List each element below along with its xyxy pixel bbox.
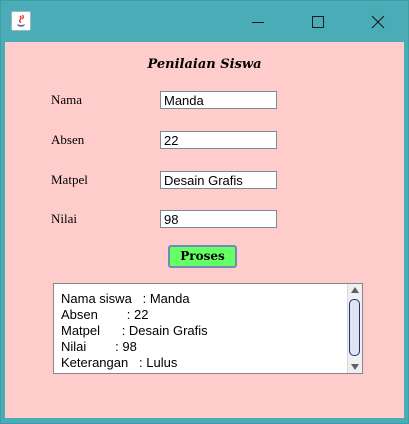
nama-input[interactable]: Manda	[160, 91, 277, 109]
nilai-input[interactable]: 98	[160, 210, 277, 228]
close-button[interactable]	[348, 1, 408, 42]
vertical-scrollbar[interactable]	[347, 284, 362, 373]
form-title: Penilaian Siswa	[147, 57, 262, 72]
matpel-input[interactable]: Desain Grafis	[160, 171, 277, 189]
result-textarea[interactable]: Nama siswa : Manda Absen : 22 Matpel : D…	[53, 283, 363, 374]
scroll-thumb[interactable]	[349, 299, 360, 356]
result-text: Nama siswa : Manda Absen : 22 Matpel : D…	[61, 291, 208, 370]
scroll-up-icon[interactable]	[351, 287, 359, 293]
label-nilai: Nilai	[51, 211, 77, 226]
maximize-icon	[312, 16, 324, 28]
minimize-icon	[252, 22, 264, 23]
label-matpel: Matpel	[51, 172, 88, 187]
scroll-down-icon[interactable]	[351, 364, 359, 370]
java-icon[interactable]	[11, 11, 31, 31]
app-window: Penilaian Siswa Nama Manda Absen 22 Matp…	[0, 0, 409, 424]
minimize-button[interactable]	[228, 1, 288, 42]
proses-button[interactable]: Proses	[168, 245, 237, 268]
absen-input[interactable]: 22	[160, 131, 277, 149]
close-icon	[371, 15, 385, 29]
maximize-button[interactable]	[288, 1, 348, 42]
title-bar[interactable]	[1, 1, 408, 42]
label-absen: Absen	[51, 132, 85, 147]
form-panel: Penilaian Siswa Nama Manda Absen 22 Matp…	[5, 42, 404, 418]
label-nama: Nama	[51, 92, 83, 107]
